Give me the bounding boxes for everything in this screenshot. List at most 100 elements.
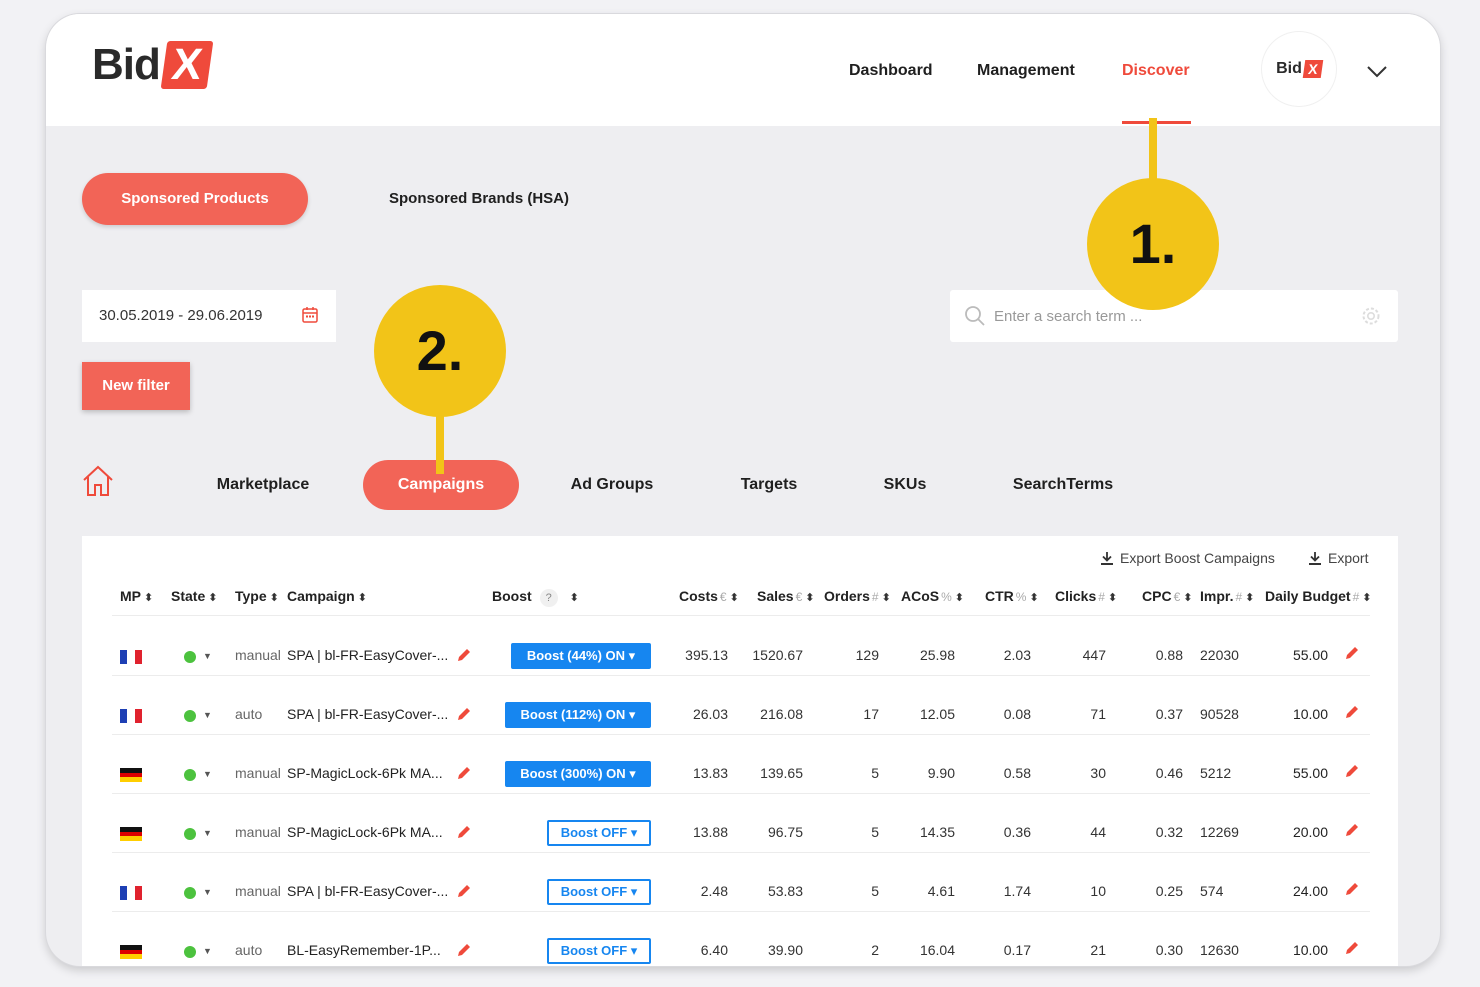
tab-search-terms[interactable]: SearchTerms: [998, 460, 1128, 510]
edit-budget-pencil-icon[interactable]: [1344, 763, 1360, 779]
export-boost-label: Export Boost Campaigns: [1120, 550, 1275, 566]
daily-budget-value[interactable]: 20.00: [1293, 824, 1328, 840]
gear-icon[interactable]: [1360, 305, 1382, 327]
calendar-icon[interactable]: [302, 306, 318, 323]
header-acos[interactable]: ACoS% ⬍: [901, 588, 964, 604]
edit-budget-pencil-icon[interactable]: [1344, 822, 1360, 838]
state-active-icon[interactable]: [184, 946, 196, 958]
header-clicks-unit: #: [1098, 590, 1105, 604]
state-dropdown-caret-icon[interactable]: ▼: [203, 651, 212, 661]
tab-sponsored-products[interactable]: Sponsored Products: [82, 173, 308, 225]
acos-value: 25.98: [919, 647, 955, 663]
edit-budget-pencil-icon[interactable]: [1344, 645, 1360, 661]
header-campaign[interactable]: Campaign ⬍: [287, 588, 367, 604]
campaign-name[interactable]: SP-MagicLock-6Pk MA...: [287, 765, 443, 781]
header-costs[interactable]: Costs € ⬍: [679, 588, 739, 604]
header-orders[interactable]: Orders # ⬍: [824, 588, 891, 604]
ctr-value: 0.08: [1003, 706, 1031, 722]
daily-budget-value[interactable]: 10.00: [1293, 942, 1328, 958]
edit-budget-pencil-icon[interactable]: [1344, 704, 1360, 720]
state-active-icon[interactable]: [184, 769, 196, 781]
header-daily-budget[interactable]: Daily Budget # ⬍: [1265, 588, 1371, 604]
boost-toggle-button[interactable]: Boost (112%) ON ▾: [505, 702, 651, 728]
tab-targets[interactable]: Targets: [730, 460, 808, 510]
header-impr[interactable]: Impr. # ⬍: [1200, 588, 1254, 604]
boost-toggle-button[interactable]: Boost (300%) ON ▾: [505, 761, 651, 787]
header-cpc-label: CPC: [1142, 588, 1172, 604]
boost-toggle-button[interactable]: Boost OFF ▾: [547, 820, 651, 846]
new-filter-button[interactable]: New filter: [82, 362, 190, 410]
marketplace-flag-icon: [120, 650, 142, 664]
help-icon[interactable]: ?: [539, 589, 558, 607]
date-range-value: 30.05.2019 - 29.06.2019: [99, 307, 263, 324]
header-mp[interactable]: MP ⬍: [120, 588, 153, 604]
state-dropdown-caret-icon[interactable]: ▼: [203, 887, 212, 897]
campaign-name[interactable]: SPA | bl-FR-EasyCover-...: [287, 706, 448, 722]
edit-campaign-pencil-icon[interactable]: [456, 647, 472, 663]
edit-campaign-pencil-icon[interactable]: [456, 824, 472, 840]
boost-toggle-button[interactable]: Boost OFF ▾: [547, 879, 651, 905]
nav-dashboard[interactable]: Dashboard: [849, 62, 933, 80]
state-dropdown-caret-icon[interactable]: ▼: [203, 769, 212, 779]
orders-value: 17: [863, 706, 879, 722]
export-boost-campaigns-link[interactable]: Export Boost Campaigns: [1100, 550, 1275, 566]
bidx-logo[interactable]: Bid X: [92, 40, 214, 90]
clicks-value: 71: [1090, 706, 1106, 722]
campaign-type: manual: [235, 883, 281, 899]
account-avatar[interactable]: Bid X: [1262, 32, 1336, 106]
daily-budget-value[interactable]: 55.00: [1293, 765, 1328, 781]
edit-campaign-pencil-icon[interactable]: [456, 706, 472, 722]
edit-campaign-pencil-icon[interactable]: [456, 942, 472, 958]
header-clicks[interactable]: Clicks # ⬍: [1055, 588, 1117, 604]
daily-budget-value[interactable]: 24.00: [1293, 883, 1328, 899]
impressions-value: 22030: [1200, 647, 1239, 663]
header-orders-unit: #: [871, 590, 879, 604]
campaign-name[interactable]: SPA | bl-FR-EasyCover-...: [287, 883, 448, 899]
row-divider: [112, 911, 1370, 912]
impressions-value: 90528: [1200, 706, 1239, 722]
impressions-value: 12269: [1200, 824, 1239, 840]
edit-campaign-pencil-icon[interactable]: [456, 765, 472, 781]
header-cpc[interactable]: CPC € ⬍: [1142, 588, 1192, 604]
header-boost[interactable]: Boost? ⬍: [492, 588, 579, 607]
cpc-value: 0.25: [1155, 883, 1183, 899]
state-active-icon[interactable]: [184, 651, 196, 663]
chevron-down-icon[interactable]: [1366, 60, 1388, 82]
tab-ad-groups[interactable]: Ad Groups: [558, 460, 666, 510]
campaign-type: auto: [235, 706, 263, 722]
state-active-icon[interactable]: [184, 828, 196, 840]
boost-toggle-button[interactable]: Boost OFF ▾: [547, 938, 651, 964]
tab-skus[interactable]: SKUs: [872, 460, 938, 510]
state-dropdown-caret-icon[interactable]: ▼: [203, 710, 212, 720]
ctr-value: 0.36: [1003, 824, 1031, 840]
row-divider: [112, 734, 1370, 735]
edit-budget-pencil-icon[interactable]: [1344, 940, 1360, 956]
tab-sponsored-brands[interactable]: Sponsored Brands (HSA): [368, 173, 590, 225]
nav-management[interactable]: Management: [977, 62, 1075, 80]
header-type[interactable]: Type ⬍: [235, 588, 279, 604]
campaign-name[interactable]: SPA | bl-FR-EasyCover-...: [287, 647, 448, 663]
campaign-name[interactable]: BL-EasyRemember-1P...: [287, 942, 441, 958]
sales-value: 216.08: [760, 706, 803, 722]
state-active-icon[interactable]: [184, 710, 196, 722]
top-navigation-bar: Bid X Dashboard Management Discover Bid …: [46, 14, 1440, 126]
state-active-icon[interactable]: [184, 887, 196, 899]
edit-budget-pencil-icon[interactable]: [1344, 881, 1360, 897]
date-range-picker[interactable]: 30.05.2019 - 29.06.2019: [82, 290, 336, 342]
state-dropdown-caret-icon[interactable]: ▼: [203, 946, 212, 956]
header-ctr[interactable]: CTR% ⬍: [985, 588, 1039, 604]
state-dropdown-caret-icon[interactable]: ▼: [203, 828, 212, 838]
edit-campaign-pencil-icon[interactable]: [456, 883, 472, 899]
tab-marketplace[interactable]: Marketplace: [206, 460, 320, 510]
daily-budget-value[interactable]: 10.00: [1293, 706, 1328, 722]
home-icon[interactable]: [80, 463, 116, 499]
campaign-name[interactable]: SP-MagicLock-6Pk MA...: [287, 824, 443, 840]
header-state[interactable]: State ⬍: [171, 588, 217, 604]
boost-toggle-button[interactable]: Boost (44%) ON ▾: [511, 643, 651, 669]
nav-discover[interactable]: Discover: [1122, 62, 1190, 80]
export-link[interactable]: Export: [1308, 550, 1368, 566]
cpc-value: 0.32: [1155, 824, 1183, 840]
daily-budget-value[interactable]: 55.00: [1293, 647, 1328, 663]
sort-icon: ⬍: [1245, 592, 1255, 604]
header-sales[interactable]: Sales € ⬍: [757, 588, 815, 604]
